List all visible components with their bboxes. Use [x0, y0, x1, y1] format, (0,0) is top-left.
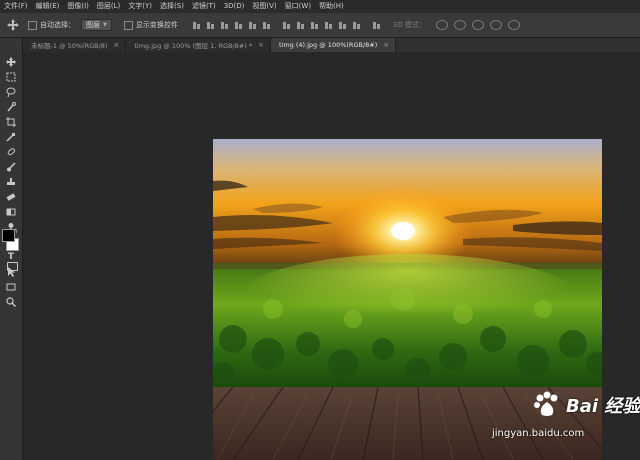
align-top-icon[interactable] [192, 21, 201, 30]
menu-layer[interactable]: 图层(L) [93, 0, 124, 13]
quick-select-icon[interactable] [5, 101, 17, 112]
distribute-bottom-icon[interactable] [310, 21, 319, 30]
3d-scale-icon[interactable] [507, 20, 520, 30]
3d-rotate-icon[interactable] [435, 20, 448, 30]
chevron-down-icon: ▼ [103, 22, 107, 28]
tools-panel: T ↰ [0, 38, 23, 460]
align-bottom-icon[interactable] [220, 21, 229, 30]
distribute-right-icon[interactable] [352, 21, 361, 30]
document-tabs: 未标题-1 @ 50%(RGB/8) × timg.jpg @ 100% (图层… [23, 38, 640, 52]
menu-view[interactable]: 视图(V) [248, 0, 280, 13]
align-buttons [192, 21, 381, 30]
baidu-paw-icon [534, 391, 558, 416]
watermark-brand: Bai 经验 [566, 396, 640, 417]
quick-mask-icon[interactable] [7, 262, 18, 271]
eyedropper-icon[interactable] [5, 131, 17, 142]
show-transform-label: 显示变换控件 [135, 21, 178, 29]
tab-timg-4[interactable]: timg (4).jpg @ 100%(RGB/8#) × [270, 38, 397, 52]
menu-help[interactable]: 帮助(H) [315, 0, 348, 13]
align-right-icon[interactable] [262, 21, 271, 30]
tab-label: 未标题-1 @ 50%(RGB/8) [31, 42, 108, 50]
move-tool-icon[interactable] [5, 56, 17, 67]
lasso-tool-icon[interactable] [5, 86, 17, 97]
menu-window[interactable]: 窗口(W) [281, 0, 315, 13]
zoom-tool-icon[interactable] [5, 296, 17, 307]
distribute-left-icon[interactable] [324, 21, 333, 30]
distribute-vcenter-icon[interactable] [296, 21, 305, 30]
shape-tool-icon[interactable] [5, 281, 17, 292]
distribute-top-icon[interactable] [282, 21, 291, 30]
align-left-icon[interactable] [234, 21, 243, 30]
tab-label: timg.jpg @ 100% (图层 1, RGB/8#) * [134, 42, 253, 50]
menu-edit[interactable]: 编辑(E) [32, 0, 64, 13]
3d-mode-label: 3D 模式： [392, 21, 426, 29]
close-icon[interactable]: × [258, 41, 264, 49]
tab-untitled-1[interactable]: 未标题-1 @ 50%(RGB/8) × [23, 38, 127, 52]
watermark-url: jingyan.baidu.com [492, 428, 585, 439]
type-tool-icon[interactable]: T [5, 251, 17, 262]
3d-roll-icon[interactable] [453, 20, 466, 30]
align-vcenter-icon[interactable] [206, 21, 215, 30]
3d-slide-icon[interactable] [489, 20, 502, 30]
options-bar: 自动选择： 图层 ▼ 显示变换控件 3D 模式： [0, 13, 640, 38]
brush-tool-icon[interactable] [5, 161, 17, 172]
3d-drag-icon[interactable] [471, 20, 484, 30]
menu-file[interactable]: 文件(F) [0, 0, 32, 13]
eraser-icon[interactable] [5, 191, 17, 202]
show-transform-checkbox[interactable] [123, 20, 133, 30]
menu-bar: 文件(F) 编辑(E) 图像(I) 图层(L) 文字(Y) 选择(S) 滤镜(T… [0, 0, 640, 13]
foreground-color-swatch[interactable] [2, 229, 15, 242]
auto-select-checkbox[interactable] [28, 20, 37, 30]
watermark: Bai 经验 jingyan.baidu.com [492, 388, 640, 448]
marquee-tool-icon[interactable] [5, 71, 17, 82]
healing-brush-icon[interactable] [5, 146, 17, 157]
tab-label: timg (4).jpg @ 100%(RGB/8#) [278, 41, 378, 49]
gradient-icon[interactable] [5, 206, 17, 217]
align-hcenter-icon[interactable] [248, 21, 257, 30]
3d-mode-buttons [435, 20, 520, 30]
menu-select[interactable]: 选择(S) [156, 0, 188, 13]
auto-select-dropdown[interactable]: 图层 ▼ [81, 19, 112, 31]
auto-select-label: 自动选择： [40, 21, 75, 29]
auto-select-value: 图层 [86, 21, 100, 29]
move-tool-preset-icon[interactable] [4, 18, 22, 32]
clone-stamp-icon[interactable] [5, 176, 17, 187]
close-icon[interactable]: × [383, 41, 389, 49]
auto-align-icon[interactable] [372, 21, 381, 30]
menu-filter[interactable]: 滤镜(T) [188, 0, 220, 13]
crop-tool-icon[interactable] [5, 116, 17, 127]
tab-timg[interactable]: timg.jpg @ 100% (图层 1, RGB/8#) * × [126, 38, 271, 52]
menu-type[interactable]: 文字(Y) [124, 0, 156, 13]
menu-3d[interactable]: 3D(D) [220, 0, 249, 13]
distribute-hcenter-icon[interactable] [338, 21, 347, 30]
close-icon[interactable]: × [113, 41, 119, 49]
menu-image[interactable]: 图像(I) [63, 0, 93, 13]
